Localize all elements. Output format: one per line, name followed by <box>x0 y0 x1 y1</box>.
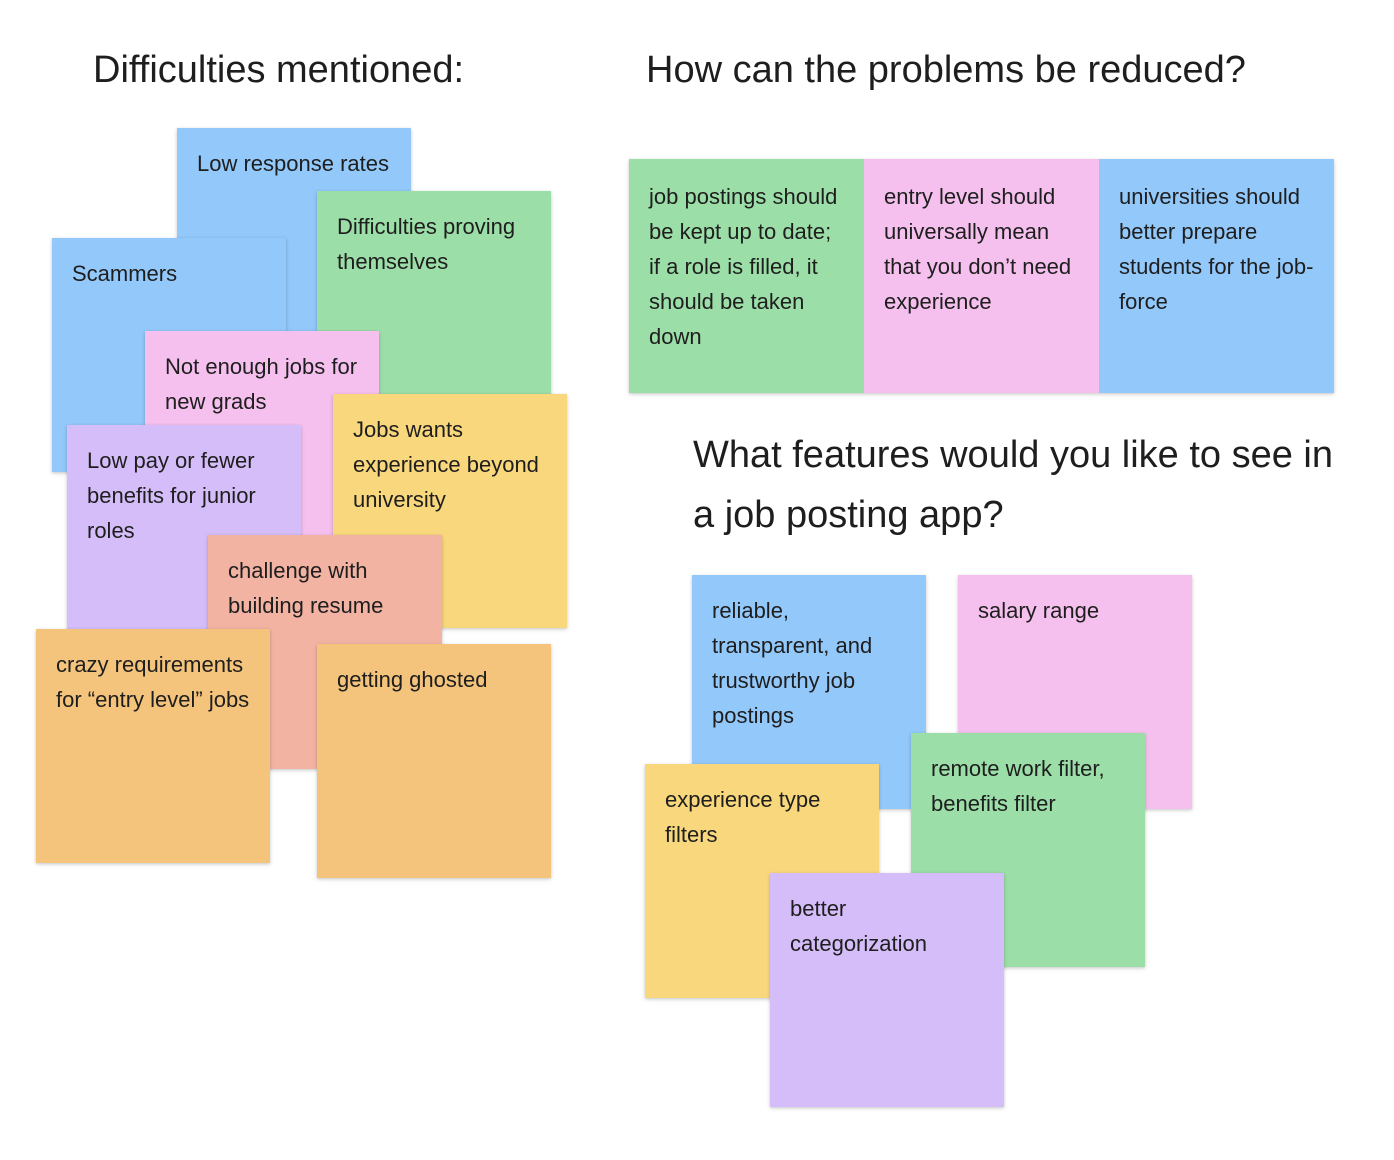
sticky-solution-entry-level-definition[interactable]: entry level should universally mean that… <box>864 159 1099 393</box>
sticky-better-categorization[interactable]: better categorization <box>770 873 1004 1107</box>
reduce-problems-heading: How can the problems be reduced? <box>646 49 1246 91</box>
sticky-crazy-requirements[interactable]: crazy requirements for “entry level” job… <box>36 629 270 863</box>
features-heading: What features would you like to see in a… <box>693 434 1334 536</box>
difficulties-heading: Difficulties mentioned: <box>93 49 465 91</box>
sticky-solution-postings-up-to-date[interactable]: job postings should be kept up to date; … <box>629 159 864 393</box>
solutions-row: job postings should be kept up to date; … <box>629 159 1334 393</box>
sticky-solution-universities-prepare[interactable]: universities should better prepare stude… <box>1099 159 1334 393</box>
sticky-getting-ghosted[interactable]: getting ghosted <box>317 644 551 878</box>
